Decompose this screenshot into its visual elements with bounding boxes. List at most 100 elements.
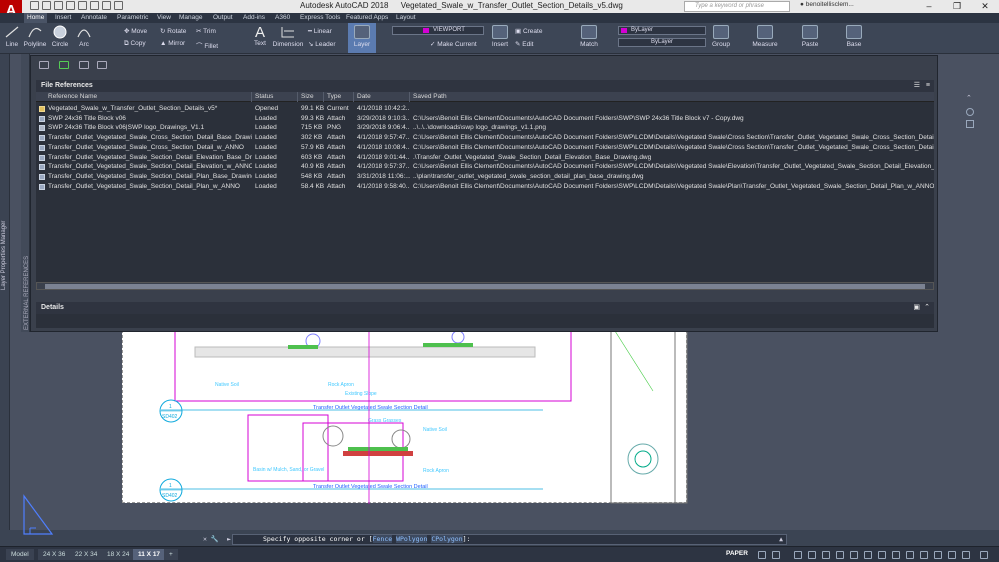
close-command-icon[interactable]: ✕ 🔧 xyxy=(203,535,219,544)
layer-properties-button[interactable]: Layer xyxy=(348,23,376,53)
workspace-gear-icon[interactable] xyxy=(906,551,914,559)
change-path-icon[interactable] xyxy=(79,61,89,69)
selection-cycling-icon[interactable] xyxy=(878,551,886,559)
measure-button[interactable]: Measure xyxy=(750,25,780,48)
create-block-button[interactable]: ▣ Create xyxy=(515,27,542,35)
table-row[interactable]: Transfer_Outlet_Vegetated_Swale_Cross_Se… xyxy=(36,133,934,143)
tab-layout[interactable]: Layout xyxy=(393,13,419,23)
linear-button[interactable]: ━ Linear xyxy=(308,27,332,35)
table-row[interactable]: Transfer_Outlet_Vegetated_Swale_Section_… xyxy=(36,153,934,163)
fillet-button[interactable]: ⌒ Fillet xyxy=(196,40,218,50)
lineweight-icon[interactable] xyxy=(850,551,858,559)
layout-tab-24x36[interactable]: 24 X 36 xyxy=(38,549,71,560)
col-reference-name[interactable]: Reference Name xyxy=(36,92,252,102)
col-status[interactable]: Status xyxy=(252,92,298,102)
clean-screen-icon[interactable] xyxy=(962,551,970,559)
option-wpolygon[interactable]: WPolygon xyxy=(396,535,428,543)
save-as-icon[interactable] xyxy=(66,1,75,10)
command-history-icon[interactable]: ▲ xyxy=(779,535,783,544)
copy-button[interactable]: ⧉ Copy xyxy=(124,40,146,48)
table-row[interactable]: Transfer_Outlet_Vegetated_Swale_Section_… xyxy=(36,172,934,182)
layout-tab-22x34[interactable]: 22 X 34 xyxy=(70,549,103,560)
navbar-pan-icon[interactable] xyxy=(966,120,974,128)
user-account[interactable]: ● benoitellisclem... xyxy=(800,1,854,8)
annotation-scale-icon[interactable] xyxy=(892,551,900,559)
viewport-scroll-up-icon[interactable]: ⌃ xyxy=(966,94,972,102)
tree-view-icon[interactable]: ≡ xyxy=(926,80,930,92)
insert-button[interactable]: Insert xyxy=(490,25,510,48)
tab-a360[interactable]: A360 xyxy=(272,13,293,23)
close-icon[interactable]: ✕ xyxy=(971,0,999,12)
circle-button[interactable]: Circle xyxy=(50,25,70,48)
otrack-icon[interactable] xyxy=(836,551,844,559)
layer-dropdown[interactable]: VIEWPORT xyxy=(392,26,484,35)
col-saved-path[interactable]: Saved Path xyxy=(410,92,934,102)
col-size[interactable]: Size xyxy=(298,92,324,102)
option-cpolygon[interactable]: CPolygon xyxy=(431,535,463,543)
polyline-button[interactable]: Polyline xyxy=(23,25,47,48)
polar-icon[interactable] xyxy=(808,551,816,559)
layer-properties-manager-label[interactable]: Layer Properties Manager xyxy=(1,221,7,290)
snap-icon[interactable] xyxy=(772,551,780,559)
help-icon[interactable] xyxy=(97,61,107,69)
undo-icon[interactable] xyxy=(90,1,99,10)
tab-parametric[interactable]: Parametric xyxy=(114,13,151,23)
new-icon[interactable] xyxy=(30,1,39,10)
group-button[interactable]: Group xyxy=(710,25,732,48)
col-date[interactable]: Date xyxy=(354,92,410,102)
save-icon[interactable] xyxy=(54,1,63,10)
paper-space-toggle[interactable]: PAPER xyxy=(726,550,748,557)
attach-icon[interactable] xyxy=(39,61,49,69)
tab-featured-apps[interactable]: Featured Apps xyxy=(343,13,391,23)
trim-button[interactable]: ✂ Trim xyxy=(196,27,216,35)
move-button[interactable]: ✥ Move xyxy=(124,27,147,35)
list-view-icon[interactable]: ☰ xyxy=(914,80,920,92)
col-type[interactable]: Type xyxy=(324,92,354,102)
paper-sheet[interactable]: Native Soil Rock Apron Existing Slope Tr… xyxy=(122,330,688,504)
collapse-icon[interactable]: ⌃ xyxy=(924,302,930,314)
tab-add-ins[interactable]: Add-ins xyxy=(240,13,268,23)
refresh-icon[interactable] xyxy=(59,61,69,69)
rotate-button[interactable]: ↻ Rotate xyxy=(160,27,186,35)
tab-insert[interactable]: Insert xyxy=(52,13,74,23)
dimension-button[interactable]: Dimension xyxy=(272,25,304,48)
tab-express-tools[interactable]: Express Tools xyxy=(297,13,343,23)
layout-tab-model[interactable]: Model xyxy=(6,549,34,560)
details-view-icon[interactable]: ▣ xyxy=(913,302,920,314)
table-row[interactable]: Transfer_Outlet_Vegetated_Swale_Section_… xyxy=(36,182,934,192)
leader-button[interactable]: ↘ Leader xyxy=(308,40,336,48)
layer-properties-strip[interactable] xyxy=(0,54,10,530)
transparency-icon[interactable] xyxy=(864,551,872,559)
table-row[interactable]: SWP 24x36 Title Block v06 Loaded 99.3 KB… xyxy=(36,114,934,124)
option-fence[interactable]: Fence xyxy=(372,535,393,543)
color-dropdown[interactable]: ByLayer xyxy=(618,26,706,35)
layout-tab-18x24[interactable]: 18 X 24 xyxy=(102,549,135,560)
search-input[interactable]: Type a keyword or phrase xyxy=(684,1,790,12)
edit-block-button[interactable]: ✎ Edit xyxy=(515,40,533,48)
arc-button[interactable]: Arc xyxy=(76,25,92,48)
tab-output[interactable]: Output xyxy=(210,13,236,23)
isolate-objects-icon[interactable] xyxy=(948,551,956,559)
layout-tab-11x17[interactable]: 11 X 17 xyxy=(133,549,166,560)
table-row[interactable]: Vegetated_Swale_w_Transfer_Outlet_Sectio… xyxy=(36,104,934,114)
maximize-icon[interactable]: ❐ xyxy=(943,0,971,12)
mirror-button[interactable]: ▲ Mirror xyxy=(160,40,185,47)
linetype-dropdown[interactable]: ByLayer xyxy=(618,38,706,47)
open-icon[interactable] xyxy=(42,1,51,10)
make-current-button[interactable]: ✓ Make Current xyxy=(430,40,477,48)
match-properties-button[interactable]: Match xyxy=(578,25,600,48)
redo-icon[interactable] xyxy=(102,1,111,10)
navbar-steering-wheel-icon[interactable] xyxy=(966,108,974,116)
horizontal-scrollbar[interactable] xyxy=(36,282,934,290)
customization-menu-icon[interactable] xyxy=(980,551,988,559)
tab-annotate[interactable]: Annotate xyxy=(78,13,110,23)
grid-icon[interactable] xyxy=(758,551,766,559)
base-button[interactable]: Base xyxy=(844,25,864,48)
line-button[interactable]: Line xyxy=(3,25,21,48)
tab-view[interactable]: View xyxy=(154,13,174,23)
table-row[interactable]: Transfer_Outlet_Vegetated_Swale_Section_… xyxy=(36,162,934,172)
table-row[interactable]: Transfer_Outlet_Vegetated_Swale_Cross_Se… xyxy=(36,143,934,153)
units-icon[interactable] xyxy=(934,551,942,559)
print-icon[interactable] xyxy=(78,1,87,10)
tab-home[interactable]: Home xyxy=(24,13,48,23)
